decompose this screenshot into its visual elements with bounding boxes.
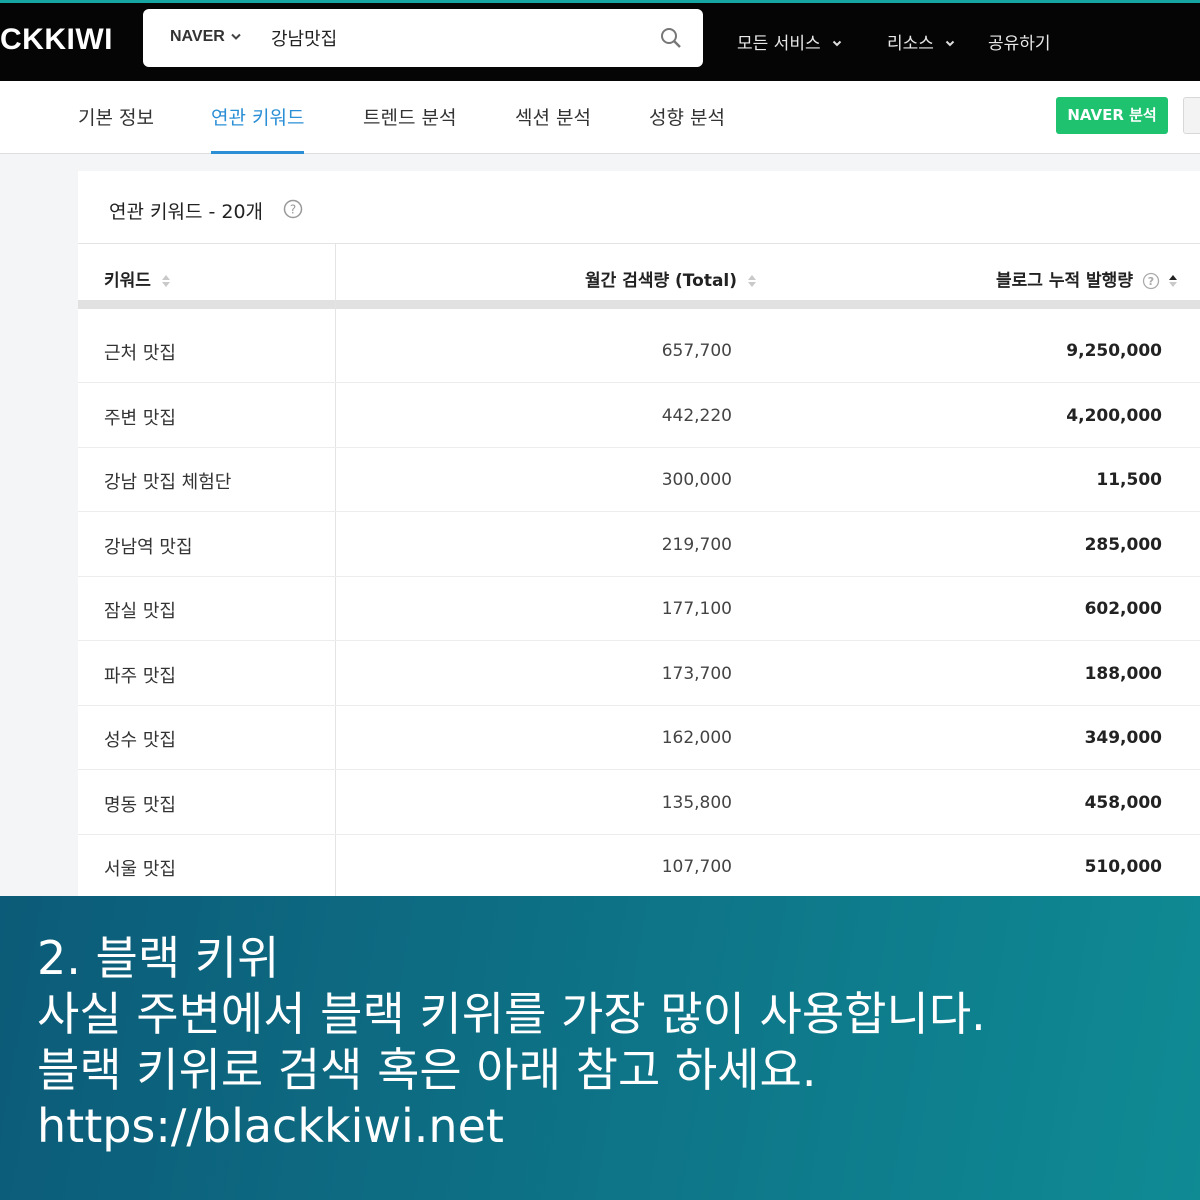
panel-title: 연관 키워드 - 20개 <box>109 201 264 223</box>
nav-resources[interactable]: 리소스 <box>887 29 955 54</box>
extra-button[interactable] <box>1183 97 1200 134</box>
volume-cell: 657,700 <box>661 341 732 361</box>
column-header-keyword[interactable]: 키워드 <box>104 266 171 291</box>
volume-cell: 300,000 <box>661 470 732 490</box>
nav-all-services[interactable]: 모든 서비스 <box>737 29 842 54</box>
volume-cell: 107,700 <box>661 857 732 877</box>
chevron-down-icon <box>832 40 842 47</box>
chevron-down-icon <box>946 40 955 47</box>
volume-cell: 162,000 <box>661 728 732 748</box>
blog-count-cell: 510,000 <box>1084 857 1162 877</box>
svg-text:?: ? <box>1148 275 1154 288</box>
keyword-cell[interactable]: 주변 맛집 <box>104 404 176 430</box>
table-row[interactable]: 성수 맛집 162,000 349,000 <box>78 706 1200 770</box>
tab-bar: 기본 정보 연관 키워드 트렌드 분석 섹션 분석 성향 분석 NAVER 분석 <box>0 81 1200 154</box>
sort-arrows-icon <box>747 275 756 287</box>
volume-cell: 219,700 <box>661 535 732 555</box>
keyword-cell[interactable]: 성수 맛집 <box>104 726 176 752</box>
question-circle-icon: ? <box>1142 272 1160 290</box>
svg-text:?: ? <box>290 203 296 217</box>
blog-count-cell: 285,000 <box>1084 535 1162 555</box>
naver-analysis-button[interactable]: NAVER 분석 <box>1056 97 1168 134</box>
column-label: 월간 검색량 (Total) <box>585 271 738 291</box>
blog-count-cell: 602,000 <box>1084 599 1162 619</box>
caption-overlay: 2. 블랙 키위 사실 주변에서 블랙 키위를 가장 많이 사용합니다. 블랙 … <box>0 896 1200 1200</box>
top-bar: CKKIWI NAVER 모든 서비스 리소스 공유하기 <box>0 0 1200 81</box>
keyword-cell[interactable]: 서울 맛집 <box>104 855 176 881</box>
search-box: NAVER <box>143 9 703 67</box>
caption-line: 사실 주변에서 블랙 키위를 가장 많이 사용합니다. <box>37 987 986 1041</box>
blog-count-cell: 349,000 <box>1084 728 1162 748</box>
blog-count-cell: 188,000 <box>1084 664 1162 684</box>
related-keywords-panel: 연관 키워드 - 20개 ? 키워드 월간 검색량 (Total) 블로그 누적… <box>78 171 1200 911</box>
blog-count-cell: 458,000 <box>1084 793 1162 813</box>
column-header-blog-count[interactable]: 블로그 누적 발행량 ? <box>996 266 1178 291</box>
blog-count-cell: 9,250,000 <box>1066 341 1162 361</box>
keyword-cell[interactable]: 명동 맛집 <box>104 791 176 817</box>
volume-cell: 442,220 <box>661 406 732 426</box>
nav-label: 모든 서비스 <box>737 34 821 54</box>
blog-count-cell: 4,200,000 <box>1066 406 1162 426</box>
tab-trend-analysis[interactable]: 트렌드 분석 <box>363 103 456 154</box>
column-header-monthly-volume[interactable]: 월간 검색량 (Total) <box>585 266 757 291</box>
nav-label: 리소스 <box>887 34 934 54</box>
sort-arrows-icon <box>161 275 170 287</box>
table-row[interactable]: 파주 맛집 173,700 188,000 <box>78 642 1200 706</box>
search-input[interactable] <box>271 21 631 55</box>
logo[interactable]: CKKIWI <box>0 23 113 57</box>
table-row[interactable]: 명동 맛집 135,800 458,000 <box>78 771 1200 835</box>
keyword-cell[interactable]: 파주 맛집 <box>104 662 176 688</box>
volume-cell: 173,700 <box>661 664 732 684</box>
column-label: 블로그 누적 발행량 <box>996 271 1133 291</box>
keyword-cell[interactable]: 강남 맛집 체험단 <box>104 468 231 494</box>
volume-cell: 135,800 <box>661 793 732 813</box>
column-label: 키워드 <box>104 271 151 291</box>
tab-tendency-analysis[interactable]: 성향 분석 <box>649 103 725 154</box>
table-row[interactable]: 강남역 맛집 219,700 285,000 <box>78 513 1200 577</box>
tab-related-keywords[interactable]: 연관 키워드 <box>211 103 305 154</box>
table-row[interactable]: 잠실 맛집 177,100 602,000 <box>78 577 1200 641</box>
table-row[interactable]: 근처 맛집 657,700 9,250,000 <box>78 319 1200 383</box>
tab-basic-info[interactable]: 기본 정보 <box>78 103 154 154</box>
caption-url: https://blackkiwi.net <box>37 1099 504 1153</box>
nav-share[interactable]: 공유하기 <box>988 29 1051 54</box>
keyword-cell[interactable]: 잠실 맛집 <box>104 597 176 623</box>
keyword-cell[interactable]: 근처 맛집 <box>104 339 176 365</box>
table-header: 키워드 월간 검색량 (Total) 블로그 누적 발행량 ? <box>78 243 1200 309</box>
sort-arrows-icon <box>1168 275 1177 287</box>
chevron-down-icon[interactable] <box>230 33 242 41</box>
caption-title: 2. 블랙 키위 <box>37 931 280 985</box>
tab-section-analysis[interactable]: 섹션 분석 <box>515 103 591 154</box>
table-row[interactable]: 서울 맛집 107,700 510,000 <box>78 835 1200 899</box>
question-circle-icon[interactable]: ? <box>283 199 303 219</box>
table-row[interactable]: 주변 맛집 442,220 4,200,000 <box>78 384 1200 448</box>
search-icon[interactable] <box>659 26 683 50</box>
engine-select[interactable]: NAVER <box>170 28 225 46</box>
table-row[interactable]: 강남 맛집 체험단 300,000 11,500 <box>78 448 1200 512</box>
volume-cell: 177,100 <box>661 599 732 619</box>
keyword-cell[interactable]: 강남역 맛집 <box>104 533 193 559</box>
blog-count-cell: 11,500 <box>1096 470 1162 490</box>
caption-line: 블랙 키위로 검색 혹은 아래 참고 하세요. <box>37 1043 817 1097</box>
